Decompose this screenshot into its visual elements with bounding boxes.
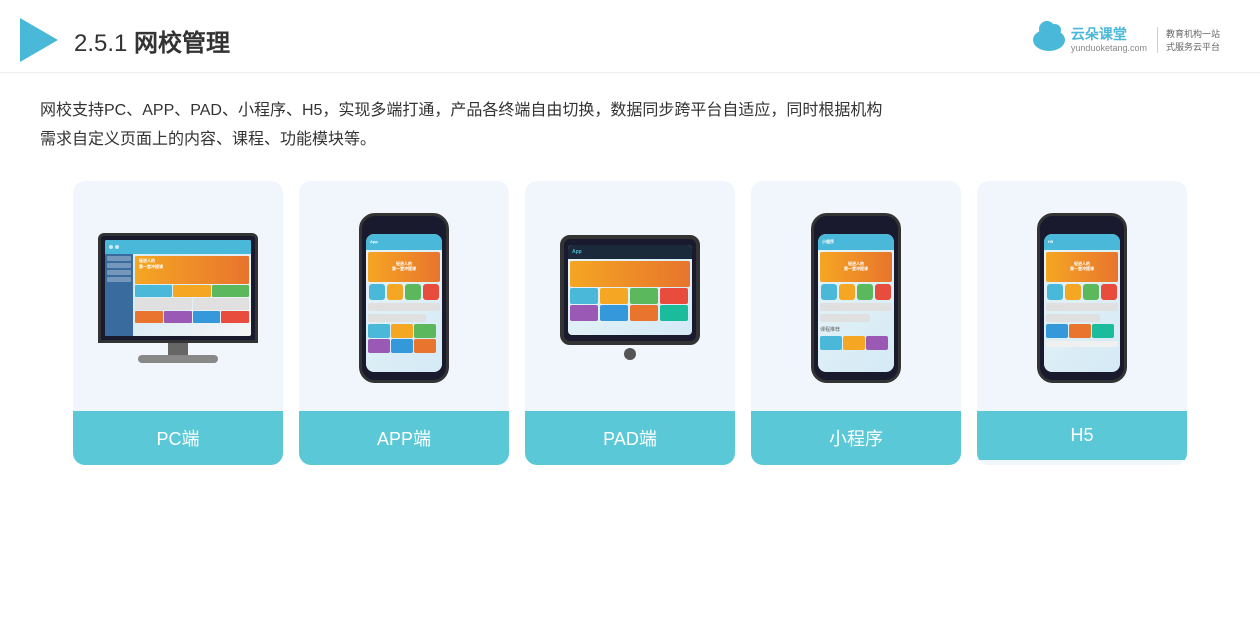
description-line1: 网校支持PC、APP、PAD、小程序、H5，实现多端打通，产品各终端自由切换，数…	[40, 97, 1220, 126]
miniapp-phone-banner: 轻进人的第一堂冲提课	[820, 252, 892, 282]
pad-content	[568, 259, 692, 335]
pc-screen: 轻进人的第一堂冲提课	[105, 240, 251, 336]
pc-main: 轻进人的第一堂冲提课	[133, 254, 251, 336]
miniapp-phone-header: 小程序	[818, 234, 894, 250]
pc-device-illustration: 轻进人的第一堂冲提课	[98, 233, 258, 363]
page-title: 2.5.1 网校管理	[74, 23, 230, 58]
miniapp-card: 小程序 轻进人的第一堂冲提课	[751, 181, 961, 465]
device-cards-container: 轻进人的第一堂冲提课	[0, 171, 1260, 485]
pc-screen-body: 轻进人的第一堂冲提课	[105, 254, 251, 336]
pc-image-area: 轻进人的第一堂冲提课	[73, 181, 283, 411]
h5-phone-banner: 轻进人的第一堂冲提课	[1046, 252, 1118, 282]
brand-tagline: 教育机构一站 式服务云平台	[1157, 27, 1220, 53]
app-phone-header: App	[366, 234, 442, 250]
page-title-prefix: 2.5.1	[74, 30, 134, 57]
h5-phone-body: H5 轻进人的第一堂冲提课	[1037, 213, 1127, 383]
pc-card-label: PC端	[73, 411, 283, 465]
miniapp-phone-illustration: 小程序 轻进人的第一堂冲提课	[811, 213, 901, 383]
h5-notch	[1070, 224, 1094, 230]
h5-card: H5 轻进人的第一堂冲提课	[977, 181, 1187, 465]
app-phone-screen: App 轻进人的第一堂冲提课	[366, 234, 442, 372]
pc-sidebar	[105, 254, 133, 336]
miniapp-image-area: 小程序 轻进人的第一堂冲提课	[751, 181, 961, 411]
app-card-label: APP端	[299, 411, 509, 465]
app-phone-content: 轻进人的第一堂冲提课	[366, 250, 442, 372]
brand-text: 云朵课堂 yunduoketang.com	[1071, 26, 1147, 54]
miniapp-phone-screen: 小程序 轻进人的第一堂冲提课	[818, 234, 894, 372]
header-left: 2.5.1 网校管理	[20, 18, 230, 62]
page-header: 2.5.1 网校管理 云朵课堂 yunduoketang.com 教育机构一站 …	[0, 0, 1260, 73]
description-line2: 需求自定义页面上的内容、课程、功能模块等。	[40, 126, 1220, 155]
pad-banner	[570, 261, 690, 287]
cloud-icon	[1033, 29, 1065, 51]
pad-home-button	[624, 348, 636, 360]
app-card: App 轻进人的第一堂冲提课	[299, 181, 509, 465]
brand-tagline2: 式服务云平台	[1166, 40, 1220, 53]
app-phone-banner: 轻进人的第一堂冲提课	[368, 252, 440, 282]
pc-monitor: 轻进人的第一堂冲提课	[98, 233, 258, 343]
app-phone-body: App 轻进人的第一堂冲提课	[359, 213, 449, 383]
logo-triangle-icon	[20, 18, 58, 62]
description-block: 网校支持PC、APP、PAD、小程序、H5，实现多端打通，产品各终端自由切换，数…	[0, 73, 1260, 171]
pad-card-label: PAD端	[525, 411, 735, 465]
miniapp-card-label: 小程序	[751, 411, 961, 465]
page-title-bold: 网校管理	[134, 30, 230, 57]
h5-image-area: H5 轻进人的第一堂冲提课	[977, 181, 1187, 411]
pad-header: App	[568, 245, 692, 259]
pad-body: App	[560, 235, 700, 345]
pc-card: 轻进人的第一堂冲提课	[73, 181, 283, 465]
h5-card-label: H5	[977, 411, 1187, 460]
pad-grid	[570, 288, 690, 304]
pc-banner: 轻进人的第一堂冲提课	[135, 256, 249, 284]
header-right: 云朵课堂 yunduoketang.com 教育机构一站 式服务云平台	[1033, 26, 1220, 54]
pad-image-area: App	[525, 181, 735, 411]
app-phone-illustration: App 轻进人的第一堂冲提课	[359, 213, 449, 383]
brand-domain: yunduoketang.com	[1071, 43, 1147, 54]
pc-screen-top	[105, 240, 251, 254]
h5-phone-content: 轻进人的第一堂冲提课	[1044, 250, 1120, 372]
app-image-area: App 轻进人的第一堂冲提课	[299, 181, 509, 411]
h5-phone-header: H5	[1044, 234, 1120, 250]
pc-stand-neck	[168, 343, 188, 355]
miniapp-notch	[844, 224, 868, 230]
pad-device-illustration: App	[560, 235, 700, 360]
brand-name: 云朵课堂	[1071, 26, 1147, 43]
pad-screen: App	[568, 245, 692, 335]
phone-notch	[392, 224, 416, 230]
brand-logo: 云朵课堂 yunduoketang.com 教育机构一站 式服务云平台	[1033, 26, 1220, 54]
miniapp-phone-content: 轻进人的第一堂冲提课 课程推荐	[818, 250, 894, 372]
pc-stand-base	[138, 355, 218, 363]
h5-phone-illustration: H5 轻进人的第一堂冲提课	[1037, 213, 1127, 383]
brand-tagline1: 教育机构一站	[1166, 27, 1220, 40]
pad-card: App	[525, 181, 735, 465]
h5-phone-screen: H5 轻进人的第一堂冲提课	[1044, 234, 1120, 372]
miniapp-phone-body: 小程序 轻进人的第一堂冲提课	[811, 213, 901, 383]
